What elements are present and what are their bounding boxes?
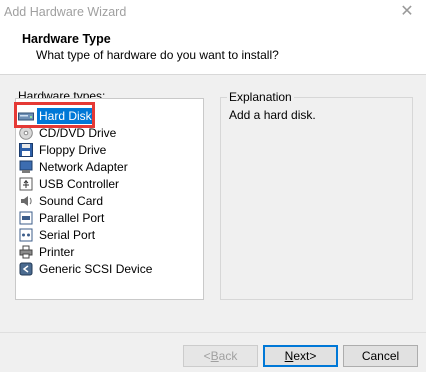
parallel-port-icon — [18, 210, 34, 226]
list-item-sound-card[interactable]: Sound Card — [18, 193, 105, 209]
list-item-label: Serial Port — [39, 228, 96, 242]
explanation-label: Explanation — [227, 90, 294, 104]
explanation-group: Explanation Add a hard disk. — [220, 90, 413, 300]
usb-icon — [18, 176, 34, 192]
list-item-serial-port[interactable]: Serial Port — [18, 227, 97, 243]
cancel-label: Cancel — [361, 349, 400, 363]
sound-card-icon — [18, 193, 34, 209]
footer-divider — [0, 332, 426, 333]
next-mnemonic: N — [284, 349, 294, 363]
list-item-label: Printer — [39, 245, 75, 259]
close-icon[interactable]: ✕ — [396, 2, 418, 22]
next-button[interactable]: Next > — [263, 345, 338, 367]
next-rest: ext — [293, 349, 310, 363]
window-title: Add Hardware Wizard — [4, 5, 127, 19]
cancel-button[interactable]: Cancel — [343, 345, 418, 367]
explanation-text: Add a hard disk. — [229, 108, 316, 122]
floppy-icon — [18, 142, 34, 158]
next-suffix: > — [309, 349, 317, 363]
list-item-network-adapter[interactable]: Network Adapter — [18, 159, 130, 175]
selection-highlight-box — [14, 102, 95, 128]
list-item-usb-controller[interactable]: USB Controller — [18, 176, 121, 192]
list-item-label: Floppy Drive — [39, 143, 107, 157]
network-adapter-icon — [18, 159, 34, 175]
back-button[interactable]: < Back — [183, 345, 258, 367]
list-item-label: Generic SCSI Device — [39, 262, 153, 276]
scsi-device-icon — [18, 261, 34, 277]
back-prefix: < — [203, 349, 211, 363]
list-item-label: USB Controller — [39, 177, 120, 191]
wizard-header: Hardware Type What type of hardware do y… — [0, 26, 426, 75]
title-bar: Add Hardware Wizard ✕ — [0, 0, 426, 26]
list-item-label: Sound Card — [39, 194, 104, 208]
serial-port-icon — [18, 227, 34, 243]
list-item-label: Parallel Port — [39, 211, 105, 225]
back-rest: ack — [218, 349, 238, 363]
list-item-parallel-port[interactable]: Parallel Port — [18, 210, 106, 226]
printer-icon — [18, 244, 34, 260]
back-mnemonic: B — [210, 349, 219, 363]
page-subtitle: What type of hardware do you want to ins… — [36, 48, 279, 62]
hardware-types-list[interactable]: Hard Disk CD/DVD Drive Floppy Drive Netw… — [15, 98, 204, 300]
page-title: Hardware Type — [22, 32, 111, 46]
list-item-printer[interactable]: Printer — [18, 244, 76, 260]
list-item-label: Network Adapter — [39, 160, 128, 174]
list-item-floppy[interactable]: Floppy Drive — [18, 142, 108, 158]
list-item-generic-scsi[interactable]: Generic SCSI Device — [18, 261, 154, 277]
